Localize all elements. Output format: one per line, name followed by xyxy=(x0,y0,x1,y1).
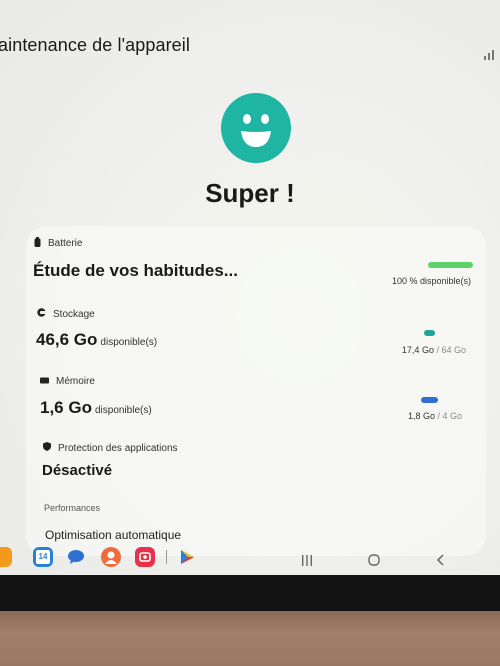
signal-icon xyxy=(484,48,496,60)
memory-icon xyxy=(40,376,49,387)
app-protection-section-label[interactable]: Protection des applications xyxy=(43,442,178,454)
battery-available: 100 % disponible(s) xyxy=(391,276,471,286)
storage-used: 17,4 Go xyxy=(401,345,434,355)
storage-available: 46,6 Go disponible(s) xyxy=(36,330,157,350)
status-heading: Super ! xyxy=(205,178,295,208)
memory-total: / 4 Go xyxy=(437,411,462,421)
home-icon[interactable] xyxy=(368,553,380,571)
auto-optimization-item[interactable]: Optimisation automatique xyxy=(45,528,181,542)
dock-divider xyxy=(166,550,167,564)
battery-label: Batterie xyxy=(48,238,83,249)
taskbar: 14 xyxy=(0,544,500,575)
back-icon[interactable] xyxy=(436,553,445,571)
play-store-icon[interactable] xyxy=(181,550,194,569)
storage-usage: 17,4 Go / 64 Go xyxy=(340,345,466,355)
battery-status: Étude de vos habitudes... xyxy=(33,261,238,280)
memory-used: 1,8 Go xyxy=(407,411,435,421)
smiley-face-icon xyxy=(221,93,291,163)
battery-level-bar xyxy=(428,262,473,268)
device-care-screen: aintenance de l'appareil Super ! Batteri… xyxy=(0,0,500,575)
memory-available: 1,6 Go disponible(s) xyxy=(40,398,152,418)
messages-icon[interactable] xyxy=(68,550,84,569)
orange-app-icon[interactable] xyxy=(0,547,12,567)
shield-icon xyxy=(43,442,51,454)
page-title: aintenance de l'appareil xyxy=(0,35,190,55)
memory-section-label[interactable]: Mémoire xyxy=(40,376,95,387)
storage-total: / 64 Go xyxy=(436,345,466,355)
calendar-icon[interactable]: 14 xyxy=(33,547,53,567)
storage-label: Stockage xyxy=(53,308,95,320)
storage-value: 46,6 Go xyxy=(36,330,98,349)
app-protection-label: Protection des applications xyxy=(58,442,178,454)
calendar-day: 14 xyxy=(36,550,50,564)
storage-icon xyxy=(37,308,46,320)
memory-usage: 1,8 Go / 4 Go xyxy=(340,411,462,421)
battery-section-label[interactable]: Batterie xyxy=(34,237,82,250)
memory-label: Mémoire xyxy=(56,376,95,387)
wooden-table xyxy=(0,611,500,666)
recents-icon[interactable] xyxy=(301,553,313,571)
tablet-bezel xyxy=(0,575,500,611)
memory-usage-bar xyxy=(421,397,438,403)
memory-unit: disponible(s) xyxy=(94,405,152,416)
battery-icon xyxy=(34,237,41,250)
performance-section-label: Performances xyxy=(44,503,101,513)
contacts-icon[interactable] xyxy=(101,547,121,567)
storage-usage-bar xyxy=(424,330,435,336)
memory-value: 1,6 Go xyxy=(40,398,92,417)
screen-recorder-icon[interactable] xyxy=(135,547,155,567)
storage-section-label[interactable]: Stockage xyxy=(37,308,95,320)
storage-unit: disponible(s) xyxy=(100,337,158,348)
app-protection-status: Désactivé xyxy=(42,462,113,479)
